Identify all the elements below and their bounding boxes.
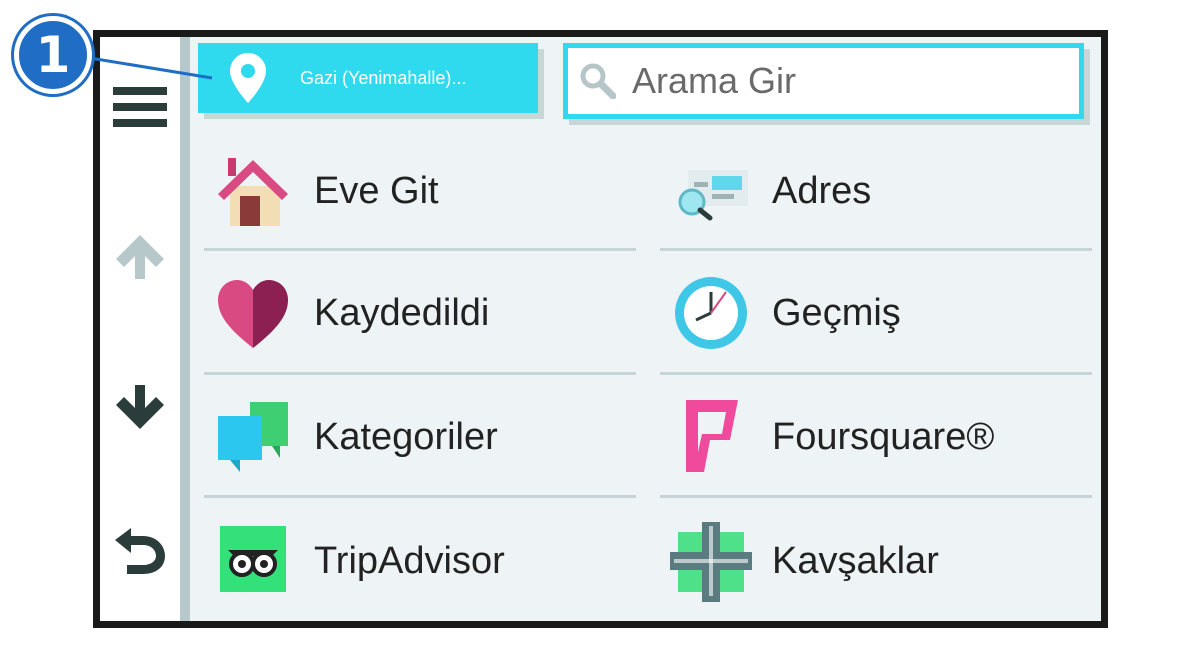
callout-marker: 1 <box>14 16 92 94</box>
callout-leader-line <box>89 56 213 80</box>
callout-number: 1 <box>35 26 71 84</box>
